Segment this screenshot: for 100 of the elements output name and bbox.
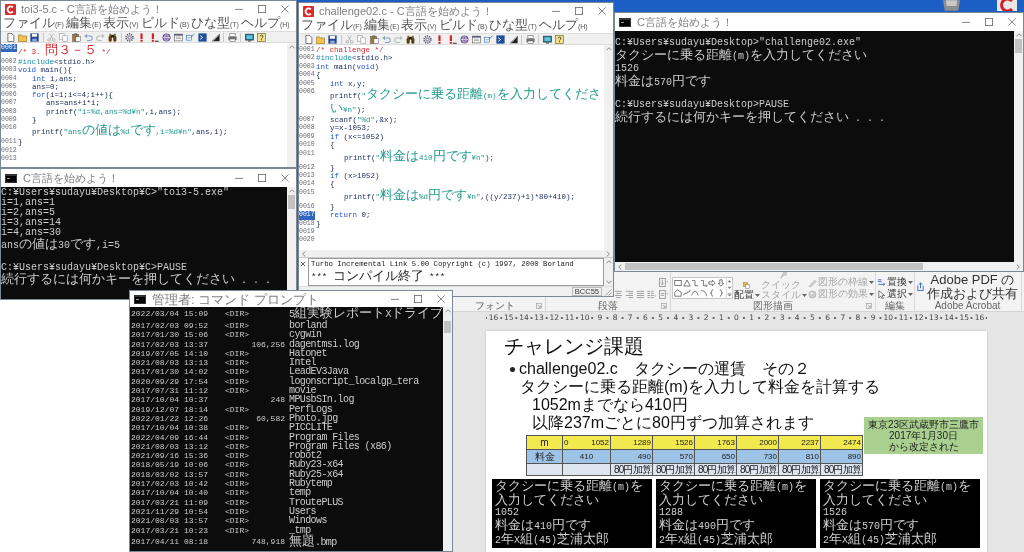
exclamation-underline-icon[interactable]	[447, 34, 457, 44]
down-arrow-shape-icon[interactable]	[716, 279, 725, 287]
rectangle-shape-icon[interactable]	[674, 279, 682, 287]
directory-marker: <DIR>	[225, 469, 249, 480]
directory-marker: <DIR>	[225, 348, 249, 359]
scroll-right-icon[interactable]	[1016, 263, 1020, 270]
close-icon[interactable]	[300, 261, 306, 267]
gallery-more-icon[interactable]	[726, 293, 732, 297]
file-date: 2022/03/04	[131, 309, 179, 319]
file-time: 16:44	[184, 432, 208, 442]
vertical-scrollbar[interactable]	[443, 307, 452, 551]
ribbon-button[interactable]: 置換	[876, 276, 913, 288]
printer-icon[interactable]	[227, 32, 237, 42]
scrollbar-thumb[interactable]	[444, 321, 451, 333]
chart-icon[interactable]	[210, 32, 220, 42]
scrollbar-thumb[interactable]	[625, 263, 923, 270]
scroll-up-icon[interactable]	[288, 189, 295, 193]
save-icon[interactable]	[29, 32, 39, 42]
elbow-arrow-icon[interactable]	[699, 279, 708, 287]
save-icon[interactable]	[327, 34, 337, 44]
help-icon[interactable]	[257, 32, 267, 42]
scroll-up-icon[interactable]	[605, 47, 612, 51]
vertical-scrollbar[interactable]	[604, 258, 613, 286]
file-time: 14:10	[184, 348, 208, 359]
help-icon[interactable]	[555, 34, 565, 44]
table-cell: m	[527, 436, 563, 450]
command-icon[interactable]	[186, 32, 196, 42]
left-brace-icon[interactable]	[708, 289, 716, 297]
dialog-launcher-icon[interactable]	[661, 302, 667, 309]
binoculars-icon[interactable]	[406, 34, 416, 44]
gear-icon[interactable]	[125, 32, 135, 42]
scissors-icon[interactable]	[345, 34, 355, 44]
ribbon-button[interactable]: Adobe PDF の作成および共有	[915, 273, 1020, 300]
columns-icon[interactable]	[647, 290, 656, 299]
screenshot-line: 2年X組(45)芝浦太郎	[659, 532, 774, 547]
scrollbar-thumb[interactable]	[1015, 39, 1022, 53]
globe-icon[interactable]	[459, 34, 469, 44]
pencil-icon	[807, 277, 817, 287]
ribbon-group-label: 編集	[884, 300, 905, 311]
vertical-scrollbar[interactable]	[287, 187, 296, 290]
horizontal-scrollbar[interactable]	[615, 262, 1023, 271]
scroll-right-icon[interactable]	[606, 250, 610, 257]
scroll-down-icon[interactable]	[605, 280, 612, 284]
gallery-down-icon[interactable]	[726, 286, 732, 290]
terminal-icon[interactable]	[198, 32, 208, 42]
right-arrow-shape-icon[interactable]	[708, 279, 716, 287]
dialog-launcher-icon[interactable]	[536, 302, 542, 309]
scissors-icon[interactable]	[47, 32, 57, 42]
text-direction-icon[interactable]	[659, 278, 668, 287]
new-file-icon[interactable]	[5, 32, 15, 42]
gallery-up-icon[interactable]	[726, 279, 732, 283]
align-center-icon[interactable]	[614, 290, 623, 299]
align-text-icon[interactable]	[659, 290, 668, 299]
elbow-connector-icon[interactable]	[691, 279, 699, 287]
binoculars-icon[interactable]	[108, 32, 118, 42]
console-line: C:¥Users¥sudayu¥Desktop¥C>"toi3-5.exe"	[1, 188, 230, 198]
undo-icon[interactable]	[83, 32, 93, 42]
scroll-left-icon[interactable]	[302, 250, 306, 257]
undo-icon[interactable]	[381, 34, 391, 44]
command-icon[interactable]	[484, 34, 494, 44]
new-file-icon[interactable]	[303, 34, 313, 44]
ribbon-button[interactable]: 配置	[733, 282, 760, 300]
scroll-up-icon[interactable]	[444, 309, 451, 313]
align-right-icon[interactable]	[625, 290, 634, 299]
justify-icon[interactable]	[636, 290, 645, 299]
shortcut-icon[interactable]	[940, 0, 963, 11]
scroll-up-icon[interactable]	[1015, 33, 1022, 37]
vertical-scrollbar[interactable]	[1014, 31, 1023, 262]
printer-icon[interactable]	[525, 34, 535, 44]
globe-icon[interactable]	[161, 32, 171, 42]
ribbon-button[interactable]: 選択	[876, 288, 913, 300]
monitor-icon[interactable]	[542, 34, 552, 44]
cursor-arrow-icon	[876, 289, 886, 299]
freeform-shape-icon[interactable]	[674, 289, 682, 297]
scrollbar-thumb[interactable]	[288, 195, 295, 209]
scroll-up-icon[interactable]	[605, 260, 612, 264]
vertical-scrollbar[interactable]	[287, 43, 296, 167]
window-icon[interactable]	[174, 32, 184, 42]
scroll-up-icon[interactable]	[288, 45, 295, 49]
arc-icon[interactable]	[699, 289, 708, 297]
exclamation-underline-icon[interactable]	[149, 32, 159, 42]
vertical-scrollbar[interactable]	[604, 45, 613, 250]
distance-value: 2000	[759, 438, 777, 447]
curve-icon[interactable]	[691, 289, 699, 297]
scroll-left-icon[interactable]	[618, 263, 622, 270]
clipboard-icon[interactable]	[369, 34, 379, 44]
window-icon[interactable]	[472, 34, 482, 44]
gear-icon[interactable]	[423, 34, 433, 44]
chart-icon[interactable]	[508, 34, 518, 44]
clipboard-icon[interactable]	[71, 32, 81, 42]
terminal-icon[interactable]	[496, 34, 506, 44]
monitor-icon[interactable]	[244, 32, 254, 42]
dialog-launcher-icon[interactable]	[865, 302, 872, 309]
scribble-icon[interactable]	[682, 289, 691, 297]
horizontal-scrollbar[interactable]	[299, 250, 613, 257]
file-name: Hatonet	[288, 348, 327, 359]
close-icon	[280, 5, 289, 13]
triangle-shape-icon[interactable]	[682, 279, 691, 287]
shortcut-icon[interactable]	[997, 0, 1017, 11]
resize-grip-icon[interactable]	[604, 287, 612, 296]
